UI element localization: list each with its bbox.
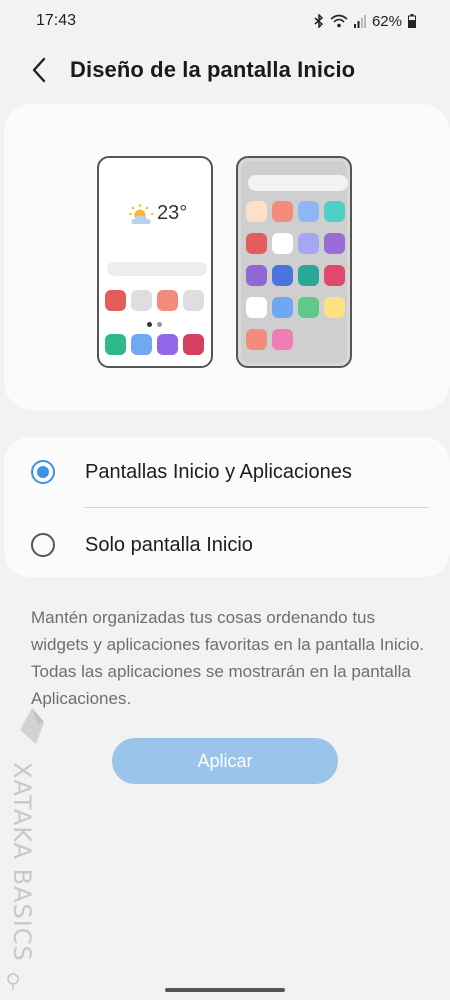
weather-temperature: 23° [157,202,188,224]
xataka-logo-icon [20,708,44,744]
home-indicator[interactable] [165,988,285,992]
back-button[interactable] [14,45,64,95]
app-icon [246,265,267,286]
option-label: Pantallas Inicio y Aplicaciones [85,460,352,483]
app-icon [298,233,319,254]
battery-text: 62% [371,12,402,30]
apps-drawer-background [241,161,348,363]
wifi-icon [330,14,348,28]
weather-widget: 23° [127,202,187,225]
app-icon [324,201,345,222]
app-icon [246,233,267,254]
app-icon [246,329,267,350]
layout-preview-home-only[interactable] [236,156,352,368]
layout-preview-home-and-apps[interactable]: 23° [97,156,213,368]
sun-cloud-icon [129,203,154,224]
signal-icon [353,14,366,28]
app-icon [298,265,319,286]
divider [84,507,429,508]
app-icon [131,290,152,311]
page-dot-active [147,322,152,327]
app-icon [131,334,152,355]
watermark-text: XATAKA BASICS [8,762,36,962]
app-icon [298,297,319,318]
status-icons: 62% [314,13,416,30]
option-home-and-apps[interactable]: Pantallas Inicio y Aplicaciones [4,437,450,507]
app-icon [272,329,293,350]
page-dot [157,322,162,327]
chevron-left-icon [32,57,46,83]
option-home-only[interactable]: Solo pantalla Inicio [4,510,450,580]
page-indicator [147,322,162,327]
app-icon [272,233,293,254]
layout-options: Pantallas Inicio y Aplicaciones Solo pan… [4,437,450,577]
header: Diseño de la pantalla Inicio [0,42,450,98]
status-bar: 17:43 62% [0,0,450,42]
option-label: Solo pantalla Inicio [85,533,253,556]
status-time: 17:43 [36,12,77,29]
page-title: Diseño de la pantalla Inicio [70,57,356,82]
app-icon [105,290,126,311]
watermark-pin-icon [7,973,19,990]
app-icon [272,201,293,222]
app-icon [105,334,126,355]
app-icon [324,265,345,286]
radio-home-and-apps[interactable] [31,460,55,484]
app-icon [157,334,178,355]
app-icon [183,334,204,355]
app-icon [324,297,345,318]
app-icon [183,290,204,311]
battery-icon [408,14,416,28]
apply-button[interactable]: Aplicar [112,738,338,784]
app-icon [272,265,293,286]
app-icon [246,201,267,222]
app-icon [157,290,178,311]
search-bar-placeholder [248,175,348,191]
description-text: Mantén organizadas tus cosas ordenando t… [31,608,425,708]
app-icon [298,201,319,222]
layout-preview-card: 23° [4,104,450,410]
bluetooth-icon [314,14,324,28]
app-icon [324,233,345,254]
app-icon [272,297,293,318]
radio-home-only[interactable] [31,533,55,557]
search-bar-placeholder [107,262,207,276]
app-icon [246,297,267,318]
